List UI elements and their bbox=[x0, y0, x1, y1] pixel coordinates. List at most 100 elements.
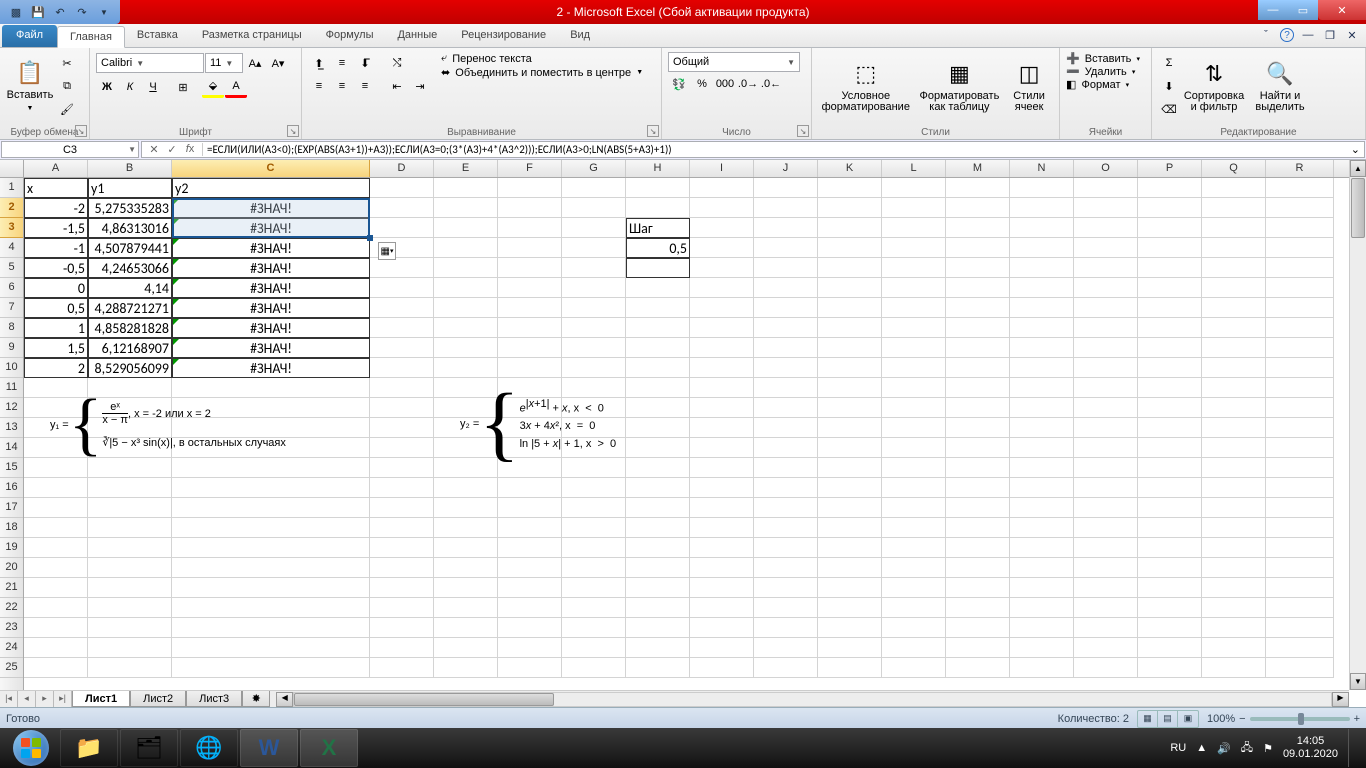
cell-C10[interactable]: #ЗНАЧ! bbox=[172, 358, 370, 378]
tab-nav-first[interactable]: |◂ bbox=[0, 691, 18, 707]
format-painter-icon[interactable]: 🖌 bbox=[56, 98, 78, 120]
cell-M13[interactable] bbox=[946, 418, 1010, 438]
cell-J15[interactable] bbox=[754, 458, 818, 478]
col-header-D[interactable]: D bbox=[370, 160, 434, 177]
cell-H19[interactable] bbox=[626, 538, 690, 558]
tray-clock[interactable]: 14:0509.01.2020 bbox=[1283, 735, 1338, 761]
cell-Q6[interactable] bbox=[1202, 278, 1266, 298]
cell-B20[interactable] bbox=[88, 558, 172, 578]
zoom-slider[interactable] bbox=[1250, 717, 1350, 721]
cell-K16[interactable] bbox=[818, 478, 882, 498]
col-header-B[interactable]: B bbox=[88, 160, 172, 177]
name-box[interactable]: ▼ bbox=[1, 141, 139, 158]
tab-nav-next[interactable]: ▸ bbox=[36, 691, 54, 707]
cell-I12[interactable] bbox=[690, 398, 754, 418]
cell-G21[interactable] bbox=[562, 578, 626, 598]
tab-review[interactable]: Рецензирование bbox=[449, 25, 558, 47]
cell-C4[interactable]: #ЗНАЧ! bbox=[172, 238, 370, 258]
cell-Q5[interactable] bbox=[1202, 258, 1266, 278]
cell-B24[interactable] bbox=[88, 638, 172, 658]
cell-K11[interactable] bbox=[818, 378, 882, 398]
cell-C15[interactable] bbox=[172, 458, 370, 478]
cell-H10[interactable] bbox=[626, 358, 690, 378]
cell-Q15[interactable] bbox=[1202, 458, 1266, 478]
fill-color-icon[interactable]: ⬙ bbox=[202, 76, 224, 98]
cell-N5[interactable] bbox=[1010, 258, 1074, 278]
cell-H8[interactable] bbox=[626, 318, 690, 338]
cell-F5[interactable] bbox=[498, 258, 562, 278]
taskbar-excel[interactable]: X bbox=[300, 729, 358, 767]
cell-G1[interactable] bbox=[562, 178, 626, 198]
taskbar-explorer[interactable]: 📁 bbox=[60, 729, 118, 767]
taskbar-app1[interactable]: 🗂 bbox=[120, 729, 178, 767]
format-cells-button[interactable]: ◧ Формат ▾ bbox=[1066, 78, 1129, 91]
cell-N8[interactable] bbox=[1010, 318, 1074, 338]
cell-N16[interactable] bbox=[1010, 478, 1074, 498]
cell-B8[interactable]: 4,858281828 bbox=[88, 318, 172, 338]
cell-B10[interactable]: 8,529056099 bbox=[88, 358, 172, 378]
cell-L2[interactable] bbox=[882, 198, 946, 218]
cell-H20[interactable] bbox=[626, 558, 690, 578]
name-box-input[interactable] bbox=[2, 144, 138, 156]
cell-B23[interactable] bbox=[88, 618, 172, 638]
cell-E24[interactable] bbox=[434, 638, 498, 658]
hscroll-thumb[interactable] bbox=[294, 693, 554, 706]
sort-filter-button[interactable]: ⇅Сортировка и фильтр bbox=[1182, 52, 1246, 118]
cell-C18[interactable] bbox=[172, 518, 370, 538]
cell-A17[interactable] bbox=[24, 498, 88, 518]
cell-A22[interactable] bbox=[24, 598, 88, 618]
cell-N23[interactable] bbox=[1010, 618, 1074, 638]
cell-I5[interactable] bbox=[690, 258, 754, 278]
row-header-25[interactable]: 25 bbox=[0, 658, 23, 678]
cell-Q10[interactable] bbox=[1202, 358, 1266, 378]
cell-I21[interactable] bbox=[690, 578, 754, 598]
format-as-table-button[interactable]: ▦Форматировать как таблицу bbox=[916, 52, 1004, 118]
cell-L3[interactable] bbox=[882, 218, 946, 238]
cell-A6[interactable]: 0 bbox=[24, 278, 88, 298]
cell-O5[interactable] bbox=[1074, 258, 1138, 278]
cell-P13[interactable] bbox=[1138, 418, 1202, 438]
cell-N12[interactable] bbox=[1010, 398, 1074, 418]
cell-M14[interactable] bbox=[946, 438, 1010, 458]
cell-C16[interactable] bbox=[172, 478, 370, 498]
page-break-icon[interactable]: ▣ bbox=[1178, 711, 1198, 727]
cell-K12[interactable] bbox=[818, 398, 882, 418]
cell-D6[interactable] bbox=[370, 278, 434, 298]
tray-lang[interactable]: RU bbox=[1170, 742, 1186, 754]
cell-F21[interactable] bbox=[498, 578, 562, 598]
cell-E18[interactable] bbox=[434, 518, 498, 538]
cell-I19[interactable] bbox=[690, 538, 754, 558]
font-size-combo[interactable]: 11▼ bbox=[205, 53, 243, 73]
undo-icon[interactable]: ↶ bbox=[52, 4, 68, 20]
cell-D21[interactable] bbox=[370, 578, 434, 598]
cell-K23[interactable] bbox=[818, 618, 882, 638]
align-center-icon[interactable]: ≡ bbox=[331, 75, 353, 97]
cell-M5[interactable] bbox=[946, 258, 1010, 278]
row-header-5[interactable]: 5 bbox=[0, 258, 23, 278]
cell-G20[interactable] bbox=[562, 558, 626, 578]
cell-M8[interactable] bbox=[946, 318, 1010, 338]
cell-D3[interactable] bbox=[370, 218, 434, 238]
cell-P19[interactable] bbox=[1138, 538, 1202, 558]
file-tab[interactable]: Файл bbox=[2, 25, 57, 47]
decrease-indent-icon[interactable]: ⇤ bbox=[386, 75, 408, 97]
cell-H5[interactable] bbox=[626, 258, 690, 278]
align-top-icon[interactable]: ⬆̲ bbox=[308, 52, 330, 74]
fill-icon[interactable]: ⬇ bbox=[1158, 75, 1180, 97]
cell-J5[interactable] bbox=[754, 258, 818, 278]
row-header-6[interactable]: 6 bbox=[0, 278, 23, 298]
cut-icon[interactable]: ✂ bbox=[56, 52, 78, 74]
chevron-down-icon[interactable]: ▼ bbox=[128, 145, 136, 154]
cell-L6[interactable] bbox=[882, 278, 946, 298]
cell-I20[interactable] bbox=[690, 558, 754, 578]
cell-P16[interactable] bbox=[1138, 478, 1202, 498]
cell-D8[interactable] bbox=[370, 318, 434, 338]
row-header-2[interactable]: 2 bbox=[0, 198, 23, 218]
cell-M20[interactable] bbox=[946, 558, 1010, 578]
accounting-icon[interactable]: 💱 bbox=[668, 73, 690, 95]
percent-icon[interactable]: % bbox=[691, 73, 713, 95]
cell-G4[interactable] bbox=[562, 238, 626, 258]
cell-D19[interactable] bbox=[370, 538, 434, 558]
cell-K19[interactable] bbox=[818, 538, 882, 558]
cell-I8[interactable] bbox=[690, 318, 754, 338]
